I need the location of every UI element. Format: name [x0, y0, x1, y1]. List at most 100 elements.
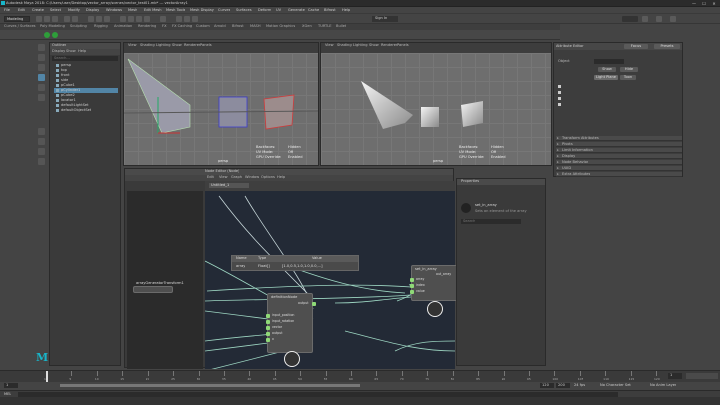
attr-focus-button[interactable]: Focus — [624, 44, 648, 49]
two-view-icon[interactable] — [38, 148, 45, 155]
shelf-tab-animation[interactable]: Animation — [114, 24, 132, 29]
node-editor-left-graph[interactable]: arrayGeneratorTransform1 — [127, 191, 203, 369]
attr-section-display[interactable]: ▸ Display — [556, 154, 682, 159]
save-scene-icon[interactable] — [52, 16, 58, 22]
outliner-row[interactable]: defaultObjectSet — [54, 108, 118, 113]
menu-help[interactable]: Help — [342, 8, 350, 13]
node-editor-canvas[interactable]: Name Type Value array Float[] [1.0,0.5,1… — [205, 191, 461, 369]
select-tool-icon[interactable] — [38, 44, 45, 51]
ne-menu-edit[interactable]: Edit — [207, 175, 214, 180]
node-a-port[interactable] — [266, 332, 270, 336]
workspace-selector[interactable] — [622, 16, 638, 22]
vp-right-menu-shading[interactable]: Shading — [337, 43, 352, 48]
attr-section-limit[interactable]: ▸ Limit Information — [556, 148, 682, 153]
node-a-port[interactable] — [266, 320, 270, 324]
attr-checkbox[interactable] — [558, 91, 561, 94]
render-icon[interactable] — [176, 16, 182, 22]
shelf-tab-bullet[interactable]: Bullet — [336, 24, 346, 29]
outliner-menu-display[interactable]: Display — [52, 49, 65, 54]
workspace-dropdown[interactable]: Modeling — [4, 16, 30, 22]
node-b-port[interactable] — [410, 290, 414, 294]
attr-tab-light-plane[interactable]: Light Plane — [594, 75, 618, 80]
shelf-tab-xgen[interactable]: XGen — [302, 24, 312, 29]
scale-tool-icon[interactable] — [38, 94, 45, 101]
attr-section-extra[interactable]: ▸ Extra Attributes — [556, 172, 682, 177]
vp-left-menu-lighting[interactable]: Lighting — [156, 43, 171, 48]
shelf-mash-icon[interactable] — [44, 32, 50, 38]
rotate-tool-icon[interactable] — [38, 84, 45, 91]
ne-menu-window[interactable]: Window — [245, 175, 259, 180]
menu-curves[interactable]: Curves — [218, 8, 230, 13]
four-view-icon[interactable] — [38, 138, 45, 145]
attr-checkbox[interactable] — [558, 85, 561, 88]
attr-section-uuid[interactable]: ▸ UUID — [556, 166, 682, 171]
shelf-tab-turtle[interactable]: TURTLE — [318, 24, 332, 29]
range-start-field[interactable]: 1 — [4, 383, 18, 388]
vp-right-menu-renderer[interactable]: Renderer — [381, 43, 397, 48]
vp-left-menu-panels[interactable]: Panels — [200, 43, 212, 48]
outliner-search-input[interactable]: Search... — [52, 56, 118, 61]
attribute-editor-toggle-icon[interactable] — [656, 16, 662, 22]
signin-button[interactable]: Sign In — [372, 16, 398, 22]
menu-uv[interactable]: UV — [276, 8, 281, 13]
ne-menu-graph[interactable]: Graph — [231, 175, 242, 180]
shelf-tab-mash[interactable]: MASH — [250, 24, 261, 29]
outliner-menu-help[interactable]: Help — [78, 49, 86, 54]
range-bar[interactable] — [60, 384, 360, 387]
set-in-array-node[interactable]: set_in_array array index value out_array — [410, 265, 461, 301]
range-end-field[interactable]: 120 — [540, 383, 554, 388]
definition-node[interactable]: definitionNode input_position input_rota… — [266, 293, 316, 353]
current-frame-field[interactable]: 1 — [668, 373, 682, 379]
menu-cache[interactable]: Cache — [308, 8, 319, 13]
character-set-dropdown[interactable]: No Character Set — [600, 383, 631, 388]
attr-section-pivots[interactable]: ▸ Pivots — [556, 142, 682, 147]
attr-section-node-behavior[interactable]: ▸ Node Behavior — [556, 160, 682, 165]
attr-checkbox[interactable] — [558, 103, 561, 106]
snap-view-icon[interactable] — [144, 16, 150, 22]
select-component-icon[interactable] — [104, 16, 110, 22]
undo-icon[interactable] — [64, 16, 70, 22]
menu-display[interactable]: Display — [86, 8, 99, 13]
shelf-tab-custom[interactable]: Custom — [196, 24, 210, 29]
viewport-right[interactable]: View Shading Lighting Show Renderer Pane… — [320, 42, 552, 166]
node-b-port[interactable] — [410, 284, 414, 288]
outliner-layout-icon[interactable] — [38, 158, 45, 165]
ne-menu-options[interactable]: Options — [261, 175, 275, 180]
props-search-input[interactable]: Search — [461, 219, 521, 224]
attr-show-button[interactable]: Show — [598, 67, 616, 72]
render-settings-icon[interactable] — [192, 16, 198, 22]
new-scene-icon[interactable] — [36, 16, 42, 22]
ne-menu-view[interactable]: View — [219, 175, 228, 180]
playback-controls[interactable] — [686, 373, 718, 379]
node-a-port[interactable] — [266, 326, 270, 330]
shelf-tab-arnold[interactable]: Arnold — [214, 24, 226, 29]
node-a-output-port[interactable] — [312, 302, 316, 306]
menu-generate[interactable]: Generate — [288, 8, 305, 13]
menu-bifrost[interactable]: Bifrost — [324, 8, 336, 13]
minimize-button[interactable]: — — [690, 1, 698, 6]
redo-icon[interactable] — [72, 16, 78, 22]
shelf-tab-curves[interactable]: Curves / Surfaces — [4, 24, 36, 29]
menu-surfaces[interactable]: Surfaces — [236, 8, 252, 13]
select-hierarchy-icon[interactable] — [88, 16, 94, 22]
outliner-menu-show[interactable]: Show — [66, 49, 76, 54]
move-tool-icon[interactable] — [38, 74, 45, 81]
shelf-tab-sculpting[interactable]: Sculpting — [70, 24, 87, 29]
menu-file[interactable]: File — [4, 8, 10, 13]
vp-right-menu-view[interactable]: View — [325, 43, 334, 48]
menu-create[interactable]: Create — [32, 8, 44, 13]
shelf-tab-poly[interactable]: Poly Modeling — [40, 24, 65, 29]
history-icon[interactable] — [160, 16, 166, 22]
vp-left-menu-renderer[interactable]: Renderer — [184, 43, 200, 48]
menu-deform[interactable]: Deform — [258, 8, 271, 13]
anim-layer-dropdown[interactable]: No Anim Layer — [650, 383, 676, 388]
shelf-tab-motion-graphics[interactable]: Motion Graphics — [266, 24, 295, 29]
node-a-expand-icon[interactable] — [284, 351, 300, 367]
shelf-tab-fx[interactable]: FX — [162, 24, 167, 29]
shelf-tab-rigging[interactable]: Rigging — [94, 24, 108, 29]
attr-presets-button[interactable]: Presets — [654, 44, 680, 49]
node-b-port[interactable] — [410, 278, 414, 282]
ne-menu-help[interactable]: Help — [277, 175, 285, 180]
open-scene-icon[interactable] — [44, 16, 50, 22]
shelf-tab-rendering[interactable]: Rendering — [138, 24, 156, 29]
